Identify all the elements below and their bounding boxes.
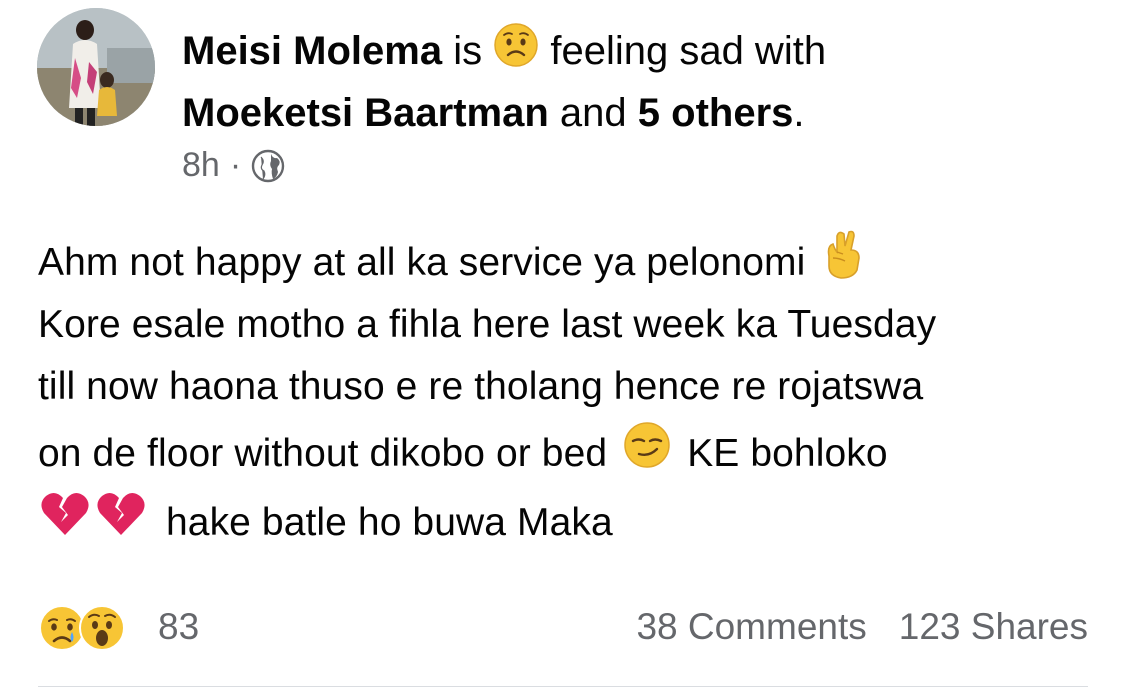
body-line: hake batle ho buwa Maka	[166, 501, 613, 544]
body-line: on de floor without dikobo or bed	[38, 432, 608, 475]
body-line: Ahm not happy at all ka service ya pelon…	[38, 241, 806, 284]
and-word: and	[559, 91, 627, 136]
shares-link[interactable]: 123 Shares	[899, 606, 1088, 648]
reactions[interactable]	[38, 604, 126, 652]
feeling-text: feeling sad with	[550, 29, 827, 73]
smirking-face-icon	[623, 421, 671, 488]
body-line: till now haona thuso e re tholang hence …	[38, 365, 924, 408]
broken-heart-icon	[38, 489, 92, 558]
body-line: Kore esale motho a fihla here last week …	[38, 303, 937, 346]
footer-divider	[38, 686, 1088, 687]
others-link[interactable]: 5 others	[638, 91, 794, 135]
post-footer: 83 38 Comments 123 Shares	[38, 598, 1088, 658]
author-name[interactable]: Meisi Molema	[182, 29, 442, 73]
reaction-count[interactable]: 83	[158, 606, 199, 648]
body-line: KE bohloko	[687, 432, 888, 475]
globe-icon[interactable]	[251, 149, 285, 183]
crossed-fingers-icon	[819, 228, 865, 299]
post-body: Ahm not happy at all ka service ya pelon…	[38, 230, 1098, 558]
comments-link[interactable]: 38 Comments	[636, 606, 866, 648]
tagged-person[interactable]: Moeketsi Baartman	[182, 91, 549, 135]
sad-face-icon	[493, 22, 539, 84]
avatar-photo	[37, 8, 155, 126]
wow-reaction-icon	[78, 604, 126, 652]
is-word: is	[453, 29, 483, 73]
meta-separator: ·	[229, 146, 242, 184]
period: .	[793, 91, 805, 136]
post-meta: 8h ·	[182, 146, 285, 185]
author-avatar[interactable]	[37, 8, 155, 126]
broken-heart-icon	[94, 489, 148, 558]
post-header: Meisi Molema is feeling sad with Moekets…	[182, 22, 1082, 142]
post-time[interactable]: 8h	[182, 146, 220, 185]
